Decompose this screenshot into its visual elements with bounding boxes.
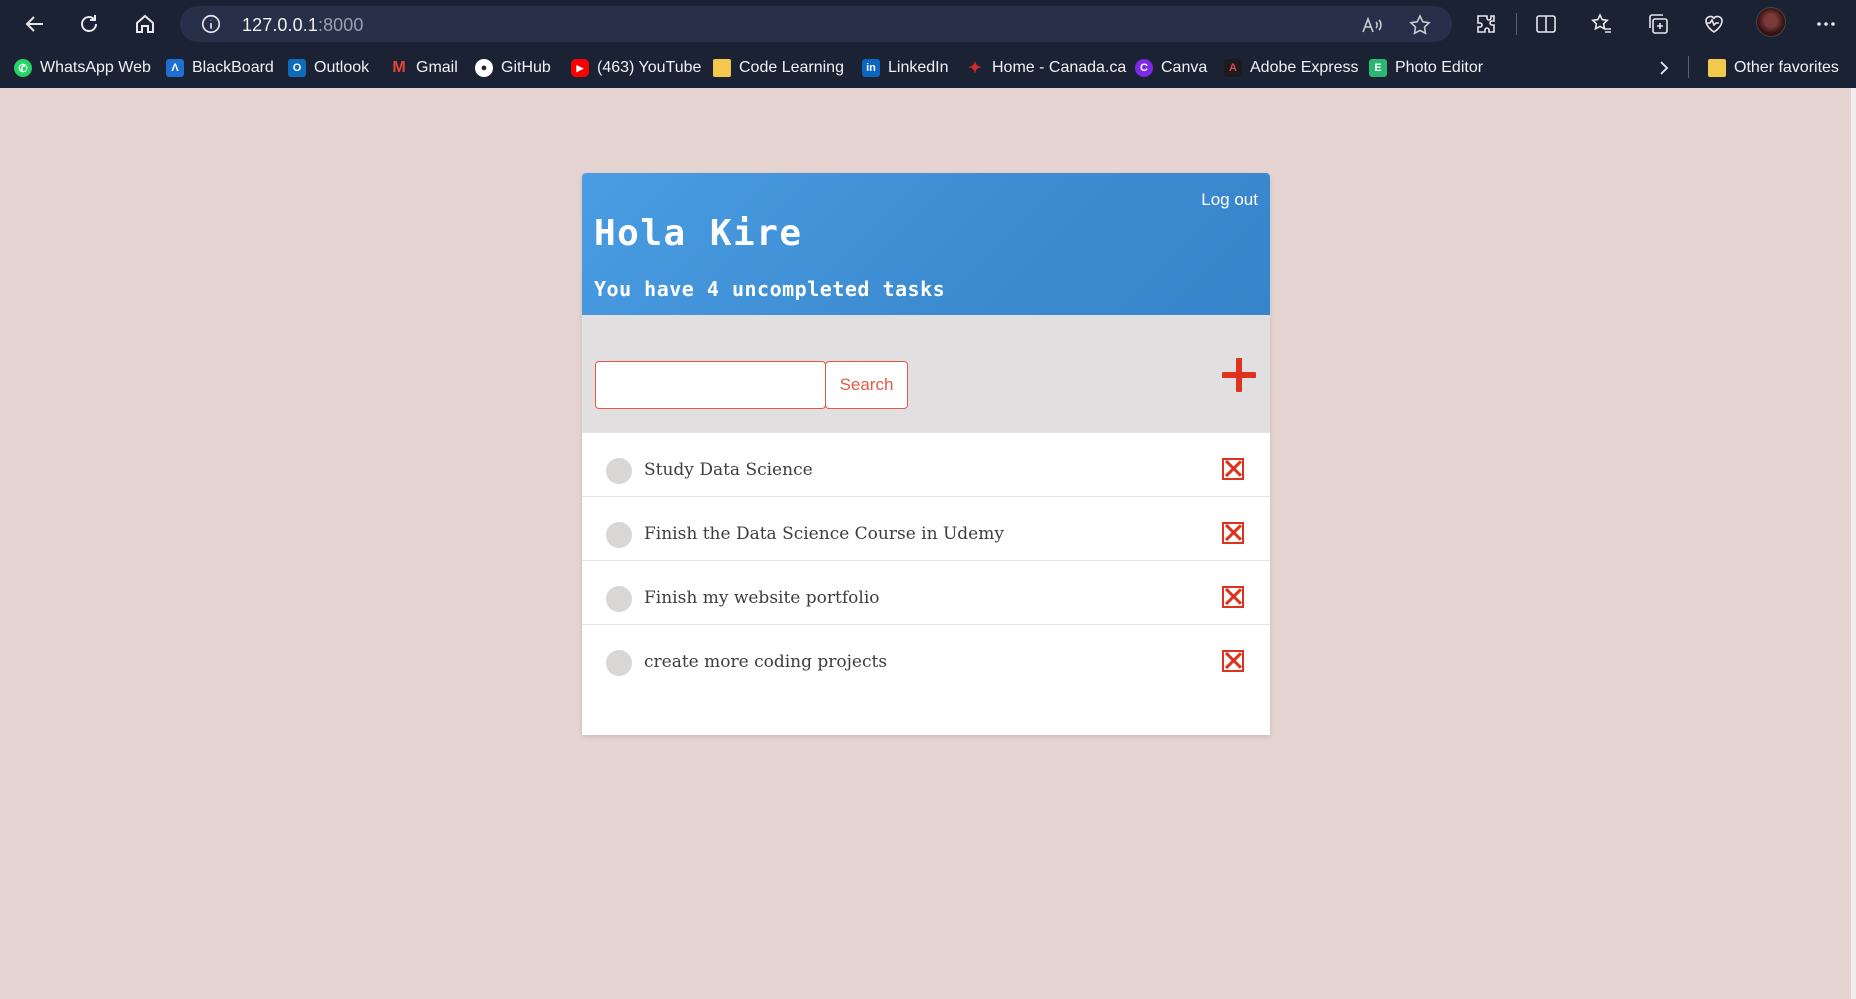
read-aloud-icon[interactable]	[1360, 13, 1384, 37]
profile-avatar[interactable]	[1756, 7, 1786, 37]
card-header: Log out Hola Kire You have 4 uncompleted…	[582, 173, 1270, 315]
github-icon: ●	[475, 59, 493, 77]
uncompleted-count-subtitle: You have 4 uncompleted tasks	[594, 277, 946, 301]
folder-icon	[1708, 59, 1726, 77]
home-icon	[136, 14, 154, 33]
bookmark-photo-editor[interactable]: E Photo Editor	[1369, 55, 1483, 81]
task-title[interactable]: Study Data Science	[644, 460, 813, 480]
delete-task-icon[interactable]	[1222, 458, 1244, 480]
bookmark-label: WhatsApp Web	[40, 59, 151, 76]
back-arrow-icon	[25, 16, 43, 32]
logout-link[interactable]: Log out	[1201, 190, 1258, 210]
bookmark-youtube[interactable]: ▶ (463) YouTube	[571, 55, 701, 81]
bookmark-label: Adobe Express	[1250, 59, 1359, 76]
favorite-star-icon[interactable]	[1408, 13, 1432, 37]
bookmarks-overflow-chevron-icon[interactable]	[1652, 52, 1676, 84]
task-title[interactable]: Finish my website portfolio	[644, 588, 880, 608]
complete-task-circle-icon[interactable]	[606, 650, 632, 676]
split-screen-icon	[1536, 15, 1556, 33]
heart-pulse-icon	[1705, 15, 1723, 33]
todo-card: Log out Hola Kire You have 4 uncompleted…	[582, 173, 1270, 735]
url-text: 127.0.0.1:8000	[242, 15, 364, 36]
bookmark-adobe-express[interactable]: A Adobe Express	[1224, 55, 1359, 81]
refresh-icon	[81, 15, 97, 32]
delete-task-icon[interactable]	[1222, 522, 1244, 544]
bookmark-canva[interactable]: C Canva	[1135, 55, 1207, 81]
whatsapp-icon: ✆	[14, 59, 32, 77]
bookmark-label: LinkedIn	[888, 59, 949, 76]
refresh-button[interactable]	[70, 8, 108, 40]
home-button[interactable]	[126, 8, 164, 40]
bookmark-label: Home - Canada.ca	[992, 59, 1127, 76]
delete-task-icon[interactable]	[1222, 650, 1244, 672]
greeting-title: Hola Kire	[594, 213, 803, 254]
browser-toolbar: 127.0.0.1:8000	[0, 0, 1856, 48]
task-item: create more coding projects	[582, 624, 1270, 700]
adobe-express-icon: A	[1224, 59, 1242, 77]
settings-menu-button[interactable]	[1812, 10, 1840, 38]
blackboard-icon: Λ	[166, 59, 184, 77]
bookmark-canada[interactable]: ✦ Home - Canada.ca	[966, 55, 1126, 81]
bookmark-label: Gmail	[416, 59, 458, 76]
bookmark-label: Canva	[1161, 59, 1208, 76]
complete-task-circle-icon[interactable]	[606, 458, 632, 484]
linkedin-icon: in	[862, 59, 880, 77]
bookmark-label: Outlook	[314, 59, 370, 76]
bookmark-code-learning[interactable]: Code Learning	[713, 55, 844, 81]
canva-icon: C	[1135, 59, 1153, 77]
toolbar-divider	[1516, 13, 1517, 35]
bookmark-whatsapp[interactable]: ✆ WhatsApp Web	[14, 55, 151, 81]
bookmark-outlook[interactable]: O Outlook	[288, 55, 369, 81]
bookmarks-divider	[1688, 56, 1689, 78]
browser-essentials-button[interactable]	[1700, 10, 1728, 38]
url-port: :8000	[317, 15, 364, 35]
site-info-icon[interactable]	[200, 13, 222, 35]
collections-icon	[1649, 14, 1668, 34]
bookmark-label: Photo Editor	[1395, 59, 1484, 76]
search-input[interactable]	[595, 361, 826, 409]
split-screen-button[interactable]	[1532, 10, 1560, 38]
complete-task-circle-icon[interactable]	[606, 586, 632, 612]
add-task-plus-icon[interactable]	[1222, 358, 1256, 392]
bookmark-linkedin[interactable]: in LinkedIn	[862, 55, 949, 81]
bookmark-label: BlackBoard	[192, 59, 274, 76]
address-bar[interactable]: 127.0.0.1:8000	[180, 6, 1452, 42]
more-dots-icon	[1817, 22, 1835, 26]
canada-maple-leaf-icon: ✦	[968, 60, 982, 77]
youtube-icon: ▶	[571, 59, 589, 77]
photo-editor-icon: E	[1369, 59, 1387, 77]
search-toolbar: Search	[582, 315, 1270, 432]
task-title[interactable]: Finish the Data Science Course in Udemy	[644, 524, 1004, 544]
folder-icon	[713, 59, 731, 77]
favorites-list-icon	[1591, 13, 1611, 33]
back-button[interactable]	[16, 8, 54, 40]
bookmark-github[interactable]: ● GitHub	[475, 55, 551, 81]
bookmarks-bar: ✆ WhatsApp Web Λ BlackBoard O Outlook M …	[0, 48, 1856, 88]
url-host: 127.0.0.1	[242, 15, 318, 35]
bookmark-label: Other favorites	[1734, 59, 1839, 76]
bookmark-label: Code Learning	[739, 59, 844, 76]
extensions-puzzle-icon	[1477, 15, 1495, 33]
task-title[interactable]: create more coding projects	[644, 652, 887, 672]
collections-button[interactable]	[1644, 10, 1672, 38]
bookmark-gmail[interactable]: M Gmail	[390, 55, 458, 81]
bookmark-label: (463) YouTube	[597, 59, 702, 76]
extensions-button[interactable]	[1472, 10, 1500, 38]
delete-task-icon[interactable]	[1222, 586, 1244, 608]
bookmark-other-favorites[interactable]: Other favorites	[1708, 55, 1839, 81]
favorites-button[interactable]	[1588, 10, 1616, 38]
outlook-icon: O	[288, 59, 306, 77]
complete-task-circle-icon[interactable]	[606, 522, 632, 548]
gmail-icon: M	[392, 59, 406, 76]
bookmark-blackboard[interactable]: Λ BlackBoard	[166, 55, 274, 81]
search-button[interactable]: Search	[825, 361, 908, 409]
bookmark-label: GitHub	[501, 59, 551, 76]
scrollbar-track[interactable]	[1851, 88, 1856, 999]
